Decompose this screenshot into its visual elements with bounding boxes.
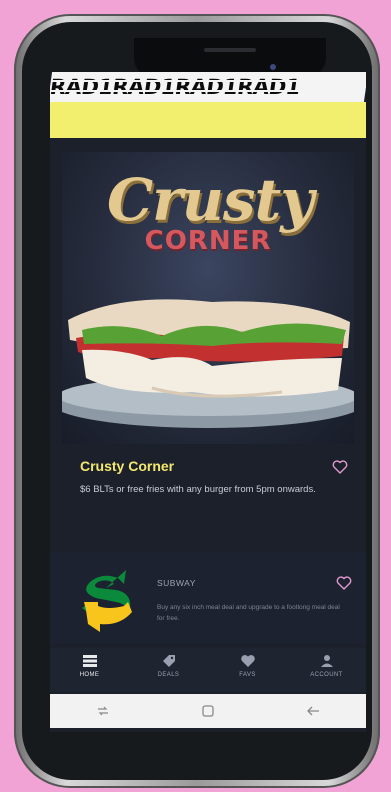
- deal-card[interactable]: SUBWAY Buy any six inch meal deal and up…: [50, 552, 366, 644]
- tab-home[interactable]: HOME: [50, 648, 129, 692]
- deal-title: SUBWAY: [157, 578, 196, 588]
- recents-icon: [97, 706, 108, 716]
- brand-banner-text: RAD1RAD1RAD1RAD1: [50, 75, 302, 99]
- tab-label: HOME: [79, 672, 100, 678]
- tab-deals[interactable]: DEALS: [129, 648, 208, 692]
- banner-stripe: [50, 80, 366, 82]
- header-bar: [50, 102, 366, 138]
- tab-account[interactable]: ACCOUNT: [287, 648, 366, 692]
- tab-label: DEALS: [157, 672, 180, 678]
- bottom-tab-bar: HOME DEALS FAVS ACCOUNT: [50, 648, 366, 692]
- home-icon: [82, 655, 97, 667]
- app-screen: RAD1RAD1RAD1RAD1 Crusty CORNER Crusty Co…: [50, 72, 366, 732]
- back-button[interactable]: [298, 701, 328, 721]
- heart-icon: [240, 655, 255, 667]
- featured-title: Crusty Corner: [80, 458, 175, 474]
- banner-stripe: [50, 90, 366, 92]
- featured-card[interactable]: Crusty CORNER Crusty Corner $6 BLTs or f…: [50, 138, 366, 548]
- tab-label: ACCOUNT: [310, 672, 343, 678]
- person-icon: [320, 655, 333, 667]
- favorite-heart-icon[interactable]: [336, 576, 352, 590]
- front-camera: [270, 64, 276, 70]
- featured-description: $6 BLTs or free fries with any burger fr…: [80, 484, 316, 495]
- system-navigation-bar: [50, 694, 366, 728]
- sandwich-illustration: [62, 299, 354, 428]
- recents-button[interactable]: [88, 701, 118, 721]
- speaker-grille: [204, 48, 256, 52]
- tag-icon: [162, 655, 175, 667]
- deal-description: Buy any six inch meal deal and upgrade t…: [157, 604, 340, 622]
- subway-logo: [82, 570, 132, 632]
- favorite-heart-icon[interactable]: [332, 460, 348, 474]
- home-nav-button[interactable]: [193, 701, 223, 721]
- featured-image: Crusty CORNER: [62, 152, 354, 444]
- back-arrow-icon: [307, 706, 320, 716]
- tab-favs[interactable]: FAVS: [208, 648, 287, 692]
- square-icon: [202, 705, 214, 717]
- brand-banner: RAD1RAD1RAD1RAD1: [50, 72, 366, 102]
- tab-label: FAVS: [239, 672, 256, 678]
